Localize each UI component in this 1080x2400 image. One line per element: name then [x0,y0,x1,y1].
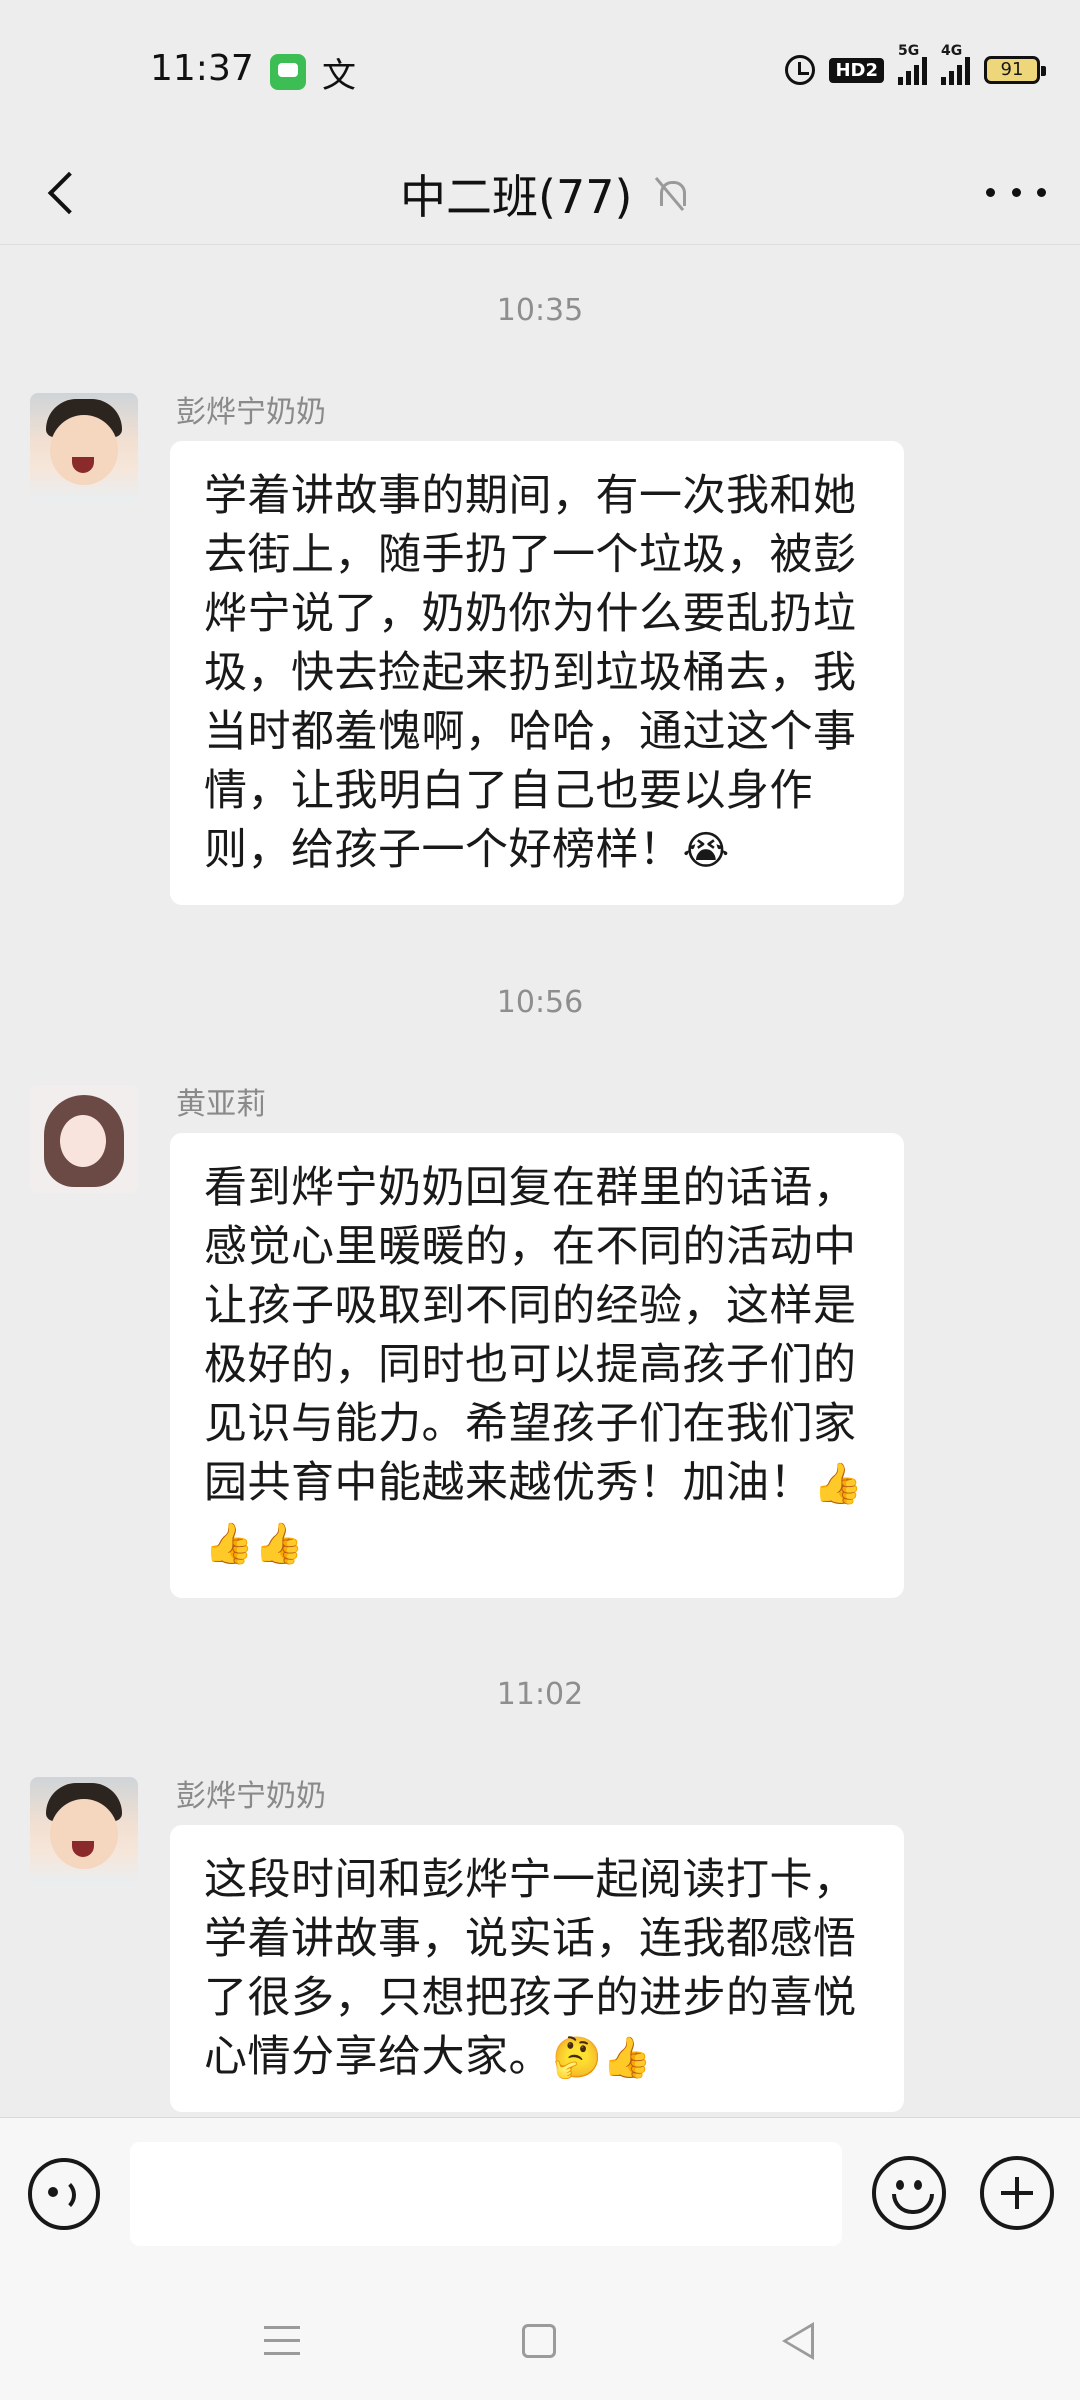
message-list[interactable]: 10:35 彭烨宁奶奶 学着讲故事的期间，有一次我和她去街上，随手扔了一个垃圾，… [0,245,1080,2115]
system-back-icon[interactable] [782,2322,814,2360]
message-input[interactable] [130,2142,842,2246]
back-arrow-icon[interactable] [36,162,96,222]
more-dots-icon[interactable] [986,170,1046,214]
hd-badge: HD2 [829,57,884,83]
chat-title-group: 中二班(77) [400,166,687,224]
message-text: 学着讲故事的期间，有一次我和她去街上，随手扔了一个垃圾，被彭烨宁说了，奶奶你为什… [204,471,857,875]
message-bubble[interactable]: 这段时间和彭烨宁一起阅读打卡，学着讲故事，说实话，连我都感悟了很多，只想把孩子的… [170,1825,904,2112]
battery-icon: 91 [984,56,1046,84]
status-time: 11:37 [150,48,254,89]
signal-4g-icon: 4G [941,43,970,85]
sender-name: 黄亚莉 [176,1087,266,1122]
message-emoji: 😭 [682,828,730,874]
menu-icon[interactable] [264,2326,300,2356]
sender-name: 彭烨宁奶奶 [176,395,326,430]
avatar[interactable] [30,1777,138,1885]
signal-4g-label: 4G [941,43,963,59]
chat-title: 中二班(77) [400,170,633,224]
avatar[interactable] [30,1085,138,1193]
avatar[interactable] [30,393,138,501]
home-icon[interactable] [522,2324,556,2358]
voice-icon[interactable] [28,2158,100,2230]
message-timestamp: 10:35 [496,293,584,328]
message-text: 这段时间和彭烨宁一起阅读打卡，学着讲故事，说实话，连我都感悟了很多，只想把孩子的… [204,1855,857,2082]
message-emoji: 🤔👍 [552,2035,653,2081]
sender-name: 彭烨宁奶奶 [176,1779,326,1814]
system-navigation-bar [0,2282,1080,2400]
message-timestamp: 11:02 [496,1677,584,1712]
message-item: 彭烨宁奶奶 这段时间和彭烨宁一起阅读打卡，学着讲故事，说实话，连我都感悟了很多，… [30,1777,1050,2115]
input-bar [0,2117,1080,2282]
signal-5g-icon: 5G [898,43,927,85]
status-bar: 11:37 文 HD2 5G 4G 91 [0,0,1080,140]
bell-off-icon [654,177,687,211]
alarm-icon [785,55,816,85]
message-item: 彭烨宁奶奶 学着讲故事的期间，有一次我和她去街上，随手扔了一个垃圾，被彭烨宁说了… [30,393,1050,905]
message-bubble[interactable]: 看到烨宁奶奶回复在群里的话语，感觉心里暖暖的，在不同的活动中让孩子吸取到不同的经… [170,1133,904,1598]
message-timestamp: 10:56 [496,985,584,1020]
plus-icon[interactable] [980,2156,1054,2230]
message-item: 黄亚莉 看到烨宁奶奶回复在群里的话语，感觉心里暖暖的，在不同的活动中让孩子吸取到… [30,1085,1050,1598]
status-indicators: HD2 5G 4G 91 [785,43,1046,90]
input-method-indicator: 文 [322,56,356,96]
signal-5g-label: 5G [898,43,920,59]
message-text: 看到烨宁奶奶回复在群里的话语，感觉心里暖暖的，在不同的活动中让孩子吸取到不同的经… [204,1163,857,1508]
message-bubble[interactable]: 学着讲故事的期间，有一次我和她去街上，随手扔了一个垃圾，被彭烨宁说了，奶奶你为什… [170,441,904,905]
emoji-icon[interactable] [872,2156,946,2230]
chat-header: 中二班(77) [0,140,1080,245]
wechat-notification-icon [270,54,306,90]
